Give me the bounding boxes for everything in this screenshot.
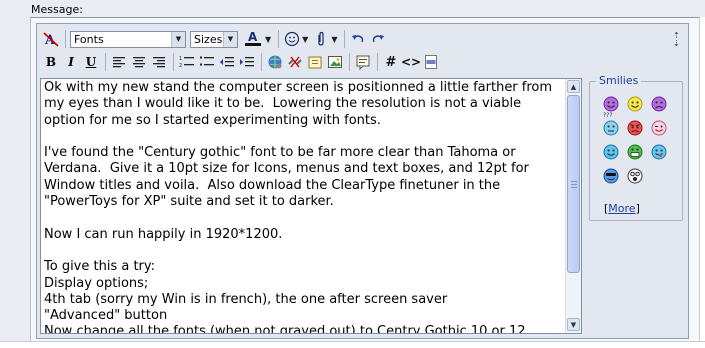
cool-icon[interactable] [603, 168, 619, 184]
toolbar-separator [105, 53, 106, 71]
redo-icon[interactable] [369, 30, 387, 48]
ordered-list-icon[interactable]: 12 [178, 53, 196, 71]
laugh-icon[interactable] [603, 144, 619, 160]
toolbar-separator [344, 30, 346, 48]
confused-marks: ??? [603, 112, 613, 119]
editor-toolbar-top: A Fonts ▼ Sizes ▼ A ▼ ▼ ▼ [42, 28, 389, 50]
php-code-icon[interactable] [422, 53, 440, 71]
grip-line [571, 184, 577, 185]
grin-icon[interactable] [627, 144, 643, 160]
unlink-icon[interactable] [286, 53, 304, 71]
chevron-down-icon[interactable]: ▼ [331, 35, 337, 44]
more-smilies-link[interactable]: More [608, 202, 635, 215]
editor-toolbar-bottom: B I U 12 # <> [42, 52, 442, 72]
chevron-down-icon: ▼ [171, 31, 185, 47]
align-center-icon[interactable] [130, 53, 148, 71]
size-select-value: Sizes [194, 32, 223, 46]
unordered-list-icon[interactable] [198, 53, 216, 71]
svg-text:2: 2 [179, 63, 182, 69]
align-left-icon[interactable] [110, 53, 128, 71]
font-color-icon[interactable]: A [242, 30, 264, 48]
toolbar-separator [65, 30, 66, 48]
toolbar-separator [377, 53, 378, 71]
indent-icon[interactable] [238, 53, 256, 71]
font-family-select[interactable]: Fonts ▼ [70, 30, 186, 48]
smiley-insert-icon[interactable] [283, 30, 301, 48]
message-label: Message: [31, 3, 83, 16]
shocked-icon[interactable] [627, 168, 643, 184]
align-right-icon[interactable] [150, 53, 168, 71]
sad-icon[interactable] [651, 96, 667, 112]
message-textarea[interactable]: Ok with my new stand the computer screen… [40, 78, 582, 334]
wink-icon[interactable] [651, 120, 667, 136]
scrollbar-thumb[interactable] [567, 95, 580, 273]
angry-icon[interactable] [627, 120, 643, 136]
code-icon[interactable]: <> [401, 53, 421, 71]
underline-icon[interactable]: U [82, 53, 100, 71]
svg-text:A: A [248, 30, 258, 44]
toolbar-separator [278, 30, 280, 48]
insert-email-icon[interactable] [306, 53, 324, 71]
scroll-down-icon[interactable]: ▼ [567, 318, 580, 331]
hash-icon[interactable]: # [382, 53, 400, 71]
quote-icon[interactable] [354, 53, 372, 71]
more-smilies: [More] [604, 202, 640, 215]
attachment-icon[interactable] [312, 30, 330, 48]
remove-format-icon[interactable]: A [42, 30, 60, 48]
insert-image-icon[interactable] [326, 53, 344, 71]
smilies-box: Smilies ??? [More] [589, 74, 683, 221]
vertical-scrollbar[interactable]: ▲ ▼ [565, 79, 581, 333]
toolbar-separator [261, 53, 262, 71]
more-bracket-close: ] [635, 202, 640, 215]
rich-text-editor: A Fonts ▼ Sizes ▼ A ▼ ▼ ▼ ⇡ ⇣ B I U 1 2 … [36, 23, 689, 339]
resize-toggle-icon[interactable]: ⇡ ⇣ [673, 32, 680, 48]
confused-icon[interactable] [603, 120, 619, 136]
svg-text:1: 1 [179, 56, 182, 62]
font-select-value: Fonts [74, 32, 104, 46]
font-size-select[interactable]: Sizes ▼ [190, 30, 238, 48]
bold-icon[interactable]: B [42, 53, 60, 71]
toolbar-separator [173, 53, 174, 71]
message-text: Ok with my new stand the computer screen… [44, 80, 553, 334]
grip-line [571, 187, 577, 188]
undo-icon[interactable] [349, 30, 367, 48]
outdent-icon[interactable] [218, 53, 236, 71]
grip-line [571, 181, 577, 182]
scroll-up-icon[interactable]: ▲ [567, 80, 580, 93]
chevron-down-icon: ▼ [223, 31, 237, 47]
happy-icon[interactable] [627, 96, 643, 112]
chevron-down-icon[interactable]: ▼ [302, 35, 308, 44]
toolbar-separator [349, 53, 350, 71]
smile-icon[interactable] [603, 96, 619, 112]
smilies-title: Smilies [596, 74, 642, 87]
insert-link-icon[interactable] [266, 53, 284, 71]
italic-icon[interactable]: I [62, 53, 80, 71]
tongue-icon[interactable] [651, 144, 667, 160]
chevron-down-icon[interactable]: ▼ [265, 35, 271, 44]
panel-right-edge [699, 17, 705, 347]
